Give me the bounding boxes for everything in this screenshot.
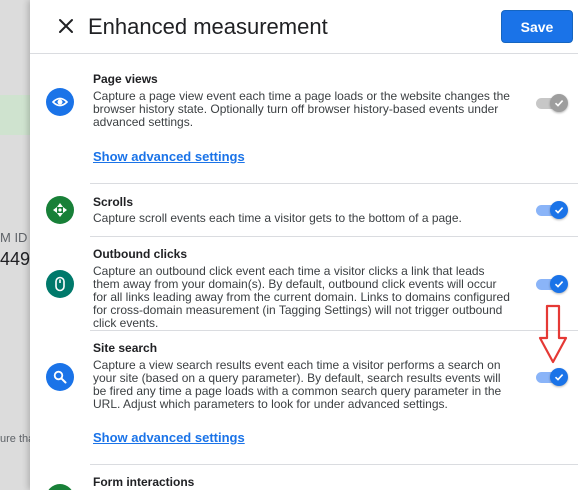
section-form-interactions: Form interactions	[30, 465, 578, 490]
background-id-value: 449	[0, 249, 31, 269]
check-icon	[554, 374, 564, 381]
site-search-description: Capture a view search results event each…	[93, 358, 502, 411]
toggle-knob	[550, 368, 568, 386]
scroll-arrows-icon	[53, 203, 67, 217]
toggle-knob	[550, 201, 568, 219]
panel-title: Enhanced measurement	[88, 14, 328, 39]
section-page-views: Page views Capture a page view event eac…	[30, 54, 578, 184]
site-search-toggle[interactable]	[536, 367, 568, 387]
form-interactions-icon-badge	[46, 484, 74, 490]
scrolls-icon-badge	[46, 196, 74, 224]
eye-icon	[52, 97, 68, 107]
check-icon	[554, 207, 564, 214]
page-views-description: Capture a page view event each time a pa…	[93, 89, 510, 129]
outbound-clicks-description: Capture an outbound click event each tim…	[93, 264, 510, 330]
background-id-label: M ID	[0, 230, 28, 245]
page-views-toggle[interactable]	[536, 93, 568, 113]
toggle-knob	[550, 275, 568, 293]
scrolls-title: Scrolls	[93, 195, 134, 209]
close-button[interactable]	[54, 13, 78, 39]
site-search-title: Site search	[93, 341, 158, 355]
toggle-knob	[550, 94, 568, 112]
check-icon	[554, 281, 564, 288]
page-views-advanced-link[interactable]: Show advanced settings	[93, 149, 245, 164]
outbound-clicks-toggle[interactable]	[536, 274, 568, 294]
outbound-clicks-icon-badge	[46, 270, 74, 298]
section-outbound-clicks: Outbound clicks Capture an outbound clic…	[30, 237, 578, 331]
site-search-icon-badge	[46, 363, 74, 391]
outbound-clicks-title: Outbound clicks	[93, 247, 188, 261]
search-icon	[53, 370, 67, 384]
form-interactions-title: Form interactions	[93, 475, 195, 489]
site-search-advanced-link[interactable]: Show advanced settings	[93, 430, 245, 445]
section-scrolls: Scrolls Capture scroll events each time …	[30, 184, 578, 237]
enhanced-measurement-panel: Enhanced measurement Save Page views Cap…	[30, 0, 578, 490]
page-views-title: Page views	[93, 72, 158, 86]
panel-header: Enhanced measurement Save	[30, 0, 578, 54]
section-site-search: Site search Capture a view search result…	[30, 331, 578, 465]
page-views-icon-badge	[46, 88, 74, 116]
scrolls-toggle[interactable]	[536, 200, 568, 220]
close-icon	[59, 19, 73, 33]
check-icon	[554, 100, 564, 107]
annotation-arrow-icon	[538, 304, 568, 364]
scrolls-description: Capture scroll events each time a visito…	[93, 211, 462, 225]
save-button[interactable]: Save	[501, 10, 573, 43]
mouse-icon	[55, 276, 65, 292]
